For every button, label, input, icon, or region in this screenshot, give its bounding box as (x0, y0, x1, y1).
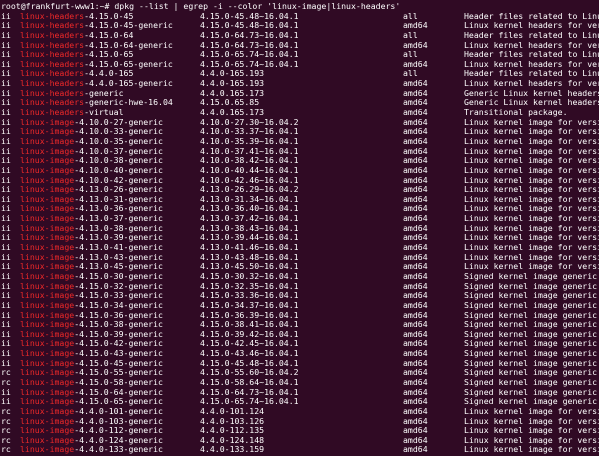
grep-match-highlight: linux-image (20, 184, 75, 195)
grep-match-highlight: linux-image (20, 425, 75, 436)
package-name-suffix: -4.15.0-39-generic (74, 328, 163, 339)
grep-match-highlight: linux-headers (20, 97, 85, 108)
grep-match-highlight: linux-image (20, 213, 75, 224)
package-name-suffix: -generic-hwe-16.04 (84, 97, 173, 108)
package-name-suffix: -4.15.0-58-generic (74, 376, 163, 387)
grep-match-highlight: linux-image (20, 348, 75, 359)
package-name-suffix: -4.15.0-34-generic (74, 299, 163, 310)
grep-match-highlight: linux-image (20, 386, 75, 397)
shell-prompt: root@frankfurt-www1:~# (1, 1, 110, 11)
package-name-suffix: -4.15.0-64-generic (74, 386, 163, 397)
package-name-suffix: -4.13.0-37-generic (74, 213, 163, 224)
package-list: ii linux-headers-4.15.0-45 4.15.0-45.48~16… (0, 10, 599, 456)
grep-match-highlight: linux-image (20, 116, 75, 127)
package-name-suffix: -4.13.0-31-generic (74, 193, 163, 204)
grep-match-highlight: linux-image (20, 415, 75, 426)
grep-match-highlight: linux-image (20, 280, 75, 291)
package-name-suffix: -4.13.0-45-generic (74, 261, 163, 272)
grep-match-highlight: linux-image (20, 434, 75, 445)
package-name-suffix: -4.4.0-103-generic (74, 415, 163, 426)
package-name-suffix: -4.15.0-45 (84, 10, 134, 21)
grep-match-highlight: linux-image (20, 126, 75, 137)
grep-match-highlight: linux-image (20, 155, 75, 166)
grep-match-highlight: linux-image (20, 222, 75, 233)
package-name-suffix: -4.10.0-38-generic (74, 155, 163, 166)
grep-match-highlight: linux-image (20, 396, 75, 407)
package-name-suffix: -4.15.0-64-generic (84, 39, 173, 50)
grep-match-highlight: linux-image (20, 193, 75, 204)
grep-match-highlight: linux-image (20, 232, 75, 243)
package-name-suffix: -4.13.0-38-generic (74, 222, 163, 233)
grep-match-highlight: linux-image (20, 164, 75, 175)
grep-match-highlight: linux-image (20, 174, 75, 185)
grep-match-highlight: linux-headers (20, 78, 85, 89)
package-name-suffix: -4.15.0-45-generic (74, 357, 163, 368)
package-name-suffix: -4.15.0-45-generic (84, 20, 173, 31)
package-name-suffix: -4.13.0-36-generic (74, 203, 163, 214)
grep-match-highlight: linux-image (20, 290, 75, 301)
package-name-suffix: -4.4.0-165-generic (84, 78, 173, 89)
grep-match-highlight: linux-image (20, 319, 75, 330)
grep-match-highlight: linux-headers (20, 10, 85, 21)
package-name-suffix: -4.4.0-101-generic (74, 405, 163, 416)
package-name-suffix: -4.15.0-64 (84, 29, 134, 40)
package-name-suffix: -4.15.0-65 (84, 49, 134, 60)
package-name-suffix: -4.10.0-37-generic (74, 145, 163, 156)
grep-match-highlight: linux-image (20, 405, 75, 416)
package-name-suffix: -4.15.0-38-generic (74, 319, 163, 330)
grep-match-highlight: linux-image (20, 203, 75, 214)
grep-match-highlight: linux-headers (20, 58, 85, 69)
grep-match-highlight: linux-headers (20, 107, 85, 118)
package-name-suffix: -virtual (84, 107, 124, 118)
grep-match-highlight: linux-image (20, 376, 75, 387)
grep-match-highlight: linux-image (20, 135, 75, 146)
package-name-suffix: -4.15.0-36-generic (74, 309, 163, 320)
grep-match-highlight: linux-image (20, 338, 75, 349)
package-name-suffix: -4.13.0-41-generic (74, 242, 163, 253)
grep-match-highlight: linux-image (20, 145, 75, 156)
grep-match-highlight: linux-image (20, 367, 75, 378)
package-name-suffix: -4.13.0-26-generic (74, 184, 163, 195)
package-name-suffix: -4.10.0-33-generic (74, 126, 163, 137)
grep-match-highlight: linux-image (20, 309, 75, 320)
package-name-suffix: -4.15.0-30-generic (74, 270, 163, 281)
package-name-suffix: -4.15.0-65-generic (74, 396, 163, 407)
package-name-suffix: -4.10.0-35-generic (74, 135, 163, 146)
package-name-suffix: -4.4.0-124-generic (74, 434, 163, 445)
package-name-suffix: -generic (84, 87, 124, 98)
grep-match-highlight: linux-headers (20, 49, 85, 60)
package-name-suffix: -4.13.0-43-generic (74, 251, 163, 262)
package-name-suffix: -4.15.0-43-generic (74, 348, 163, 359)
package-name-suffix: -4.10.0-40-generic (74, 164, 163, 175)
package-name-suffix: -4.4.0-112-generic (74, 425, 163, 436)
grep-match-highlight: linux-image (20, 444, 75, 455)
grep-match-highlight: linux-image (20, 299, 75, 310)
grep-match-highlight: linux-headers (20, 39, 85, 50)
package-name-suffix: -4.15.0-32-generic (74, 280, 163, 291)
package-name-suffix: -4.4.0-133-generic (74, 444, 163, 455)
grep-match-highlight: linux-image (20, 357, 75, 368)
package-name-suffix: -4.10.0-42-generic (74, 174, 163, 185)
package-name-suffix: -4.15.0-55-generic (74, 367, 163, 378)
terminal-window[interactable]: root@frankfurt-www1:~# dpkg --list | egr… (0, 0, 599, 456)
package-name-suffix: -4.15.0-42-generic (74, 338, 163, 349)
grep-match-highlight: linux-image (20, 251, 75, 262)
package-name-suffix: -4.15.0-33-generic (74, 290, 163, 301)
grep-match-highlight: linux-headers (20, 29, 85, 40)
grep-match-highlight: linux-headers (20, 87, 85, 98)
package-name-suffix: -4.10.0-27-generic (74, 116, 163, 127)
package-name-suffix: -4.4.0-165 (84, 68, 134, 79)
grep-match-highlight: linux-image (20, 270, 75, 281)
package-name-suffix: -4.13.0-39-generic (74, 232, 163, 243)
grep-match-highlight: linux-image (20, 261, 75, 272)
package-name-suffix: -4.15.0-65-generic (84, 58, 173, 69)
grep-match-highlight: linux-headers (20, 68, 85, 79)
grep-match-highlight: linux-image (20, 328, 75, 339)
command-text: dpkg --list | egrep -i --color 'linux-im… (109, 1, 401, 11)
grep-match-highlight: linux-headers (20, 20, 85, 31)
grep-match-highlight: linux-image (20, 242, 75, 253)
